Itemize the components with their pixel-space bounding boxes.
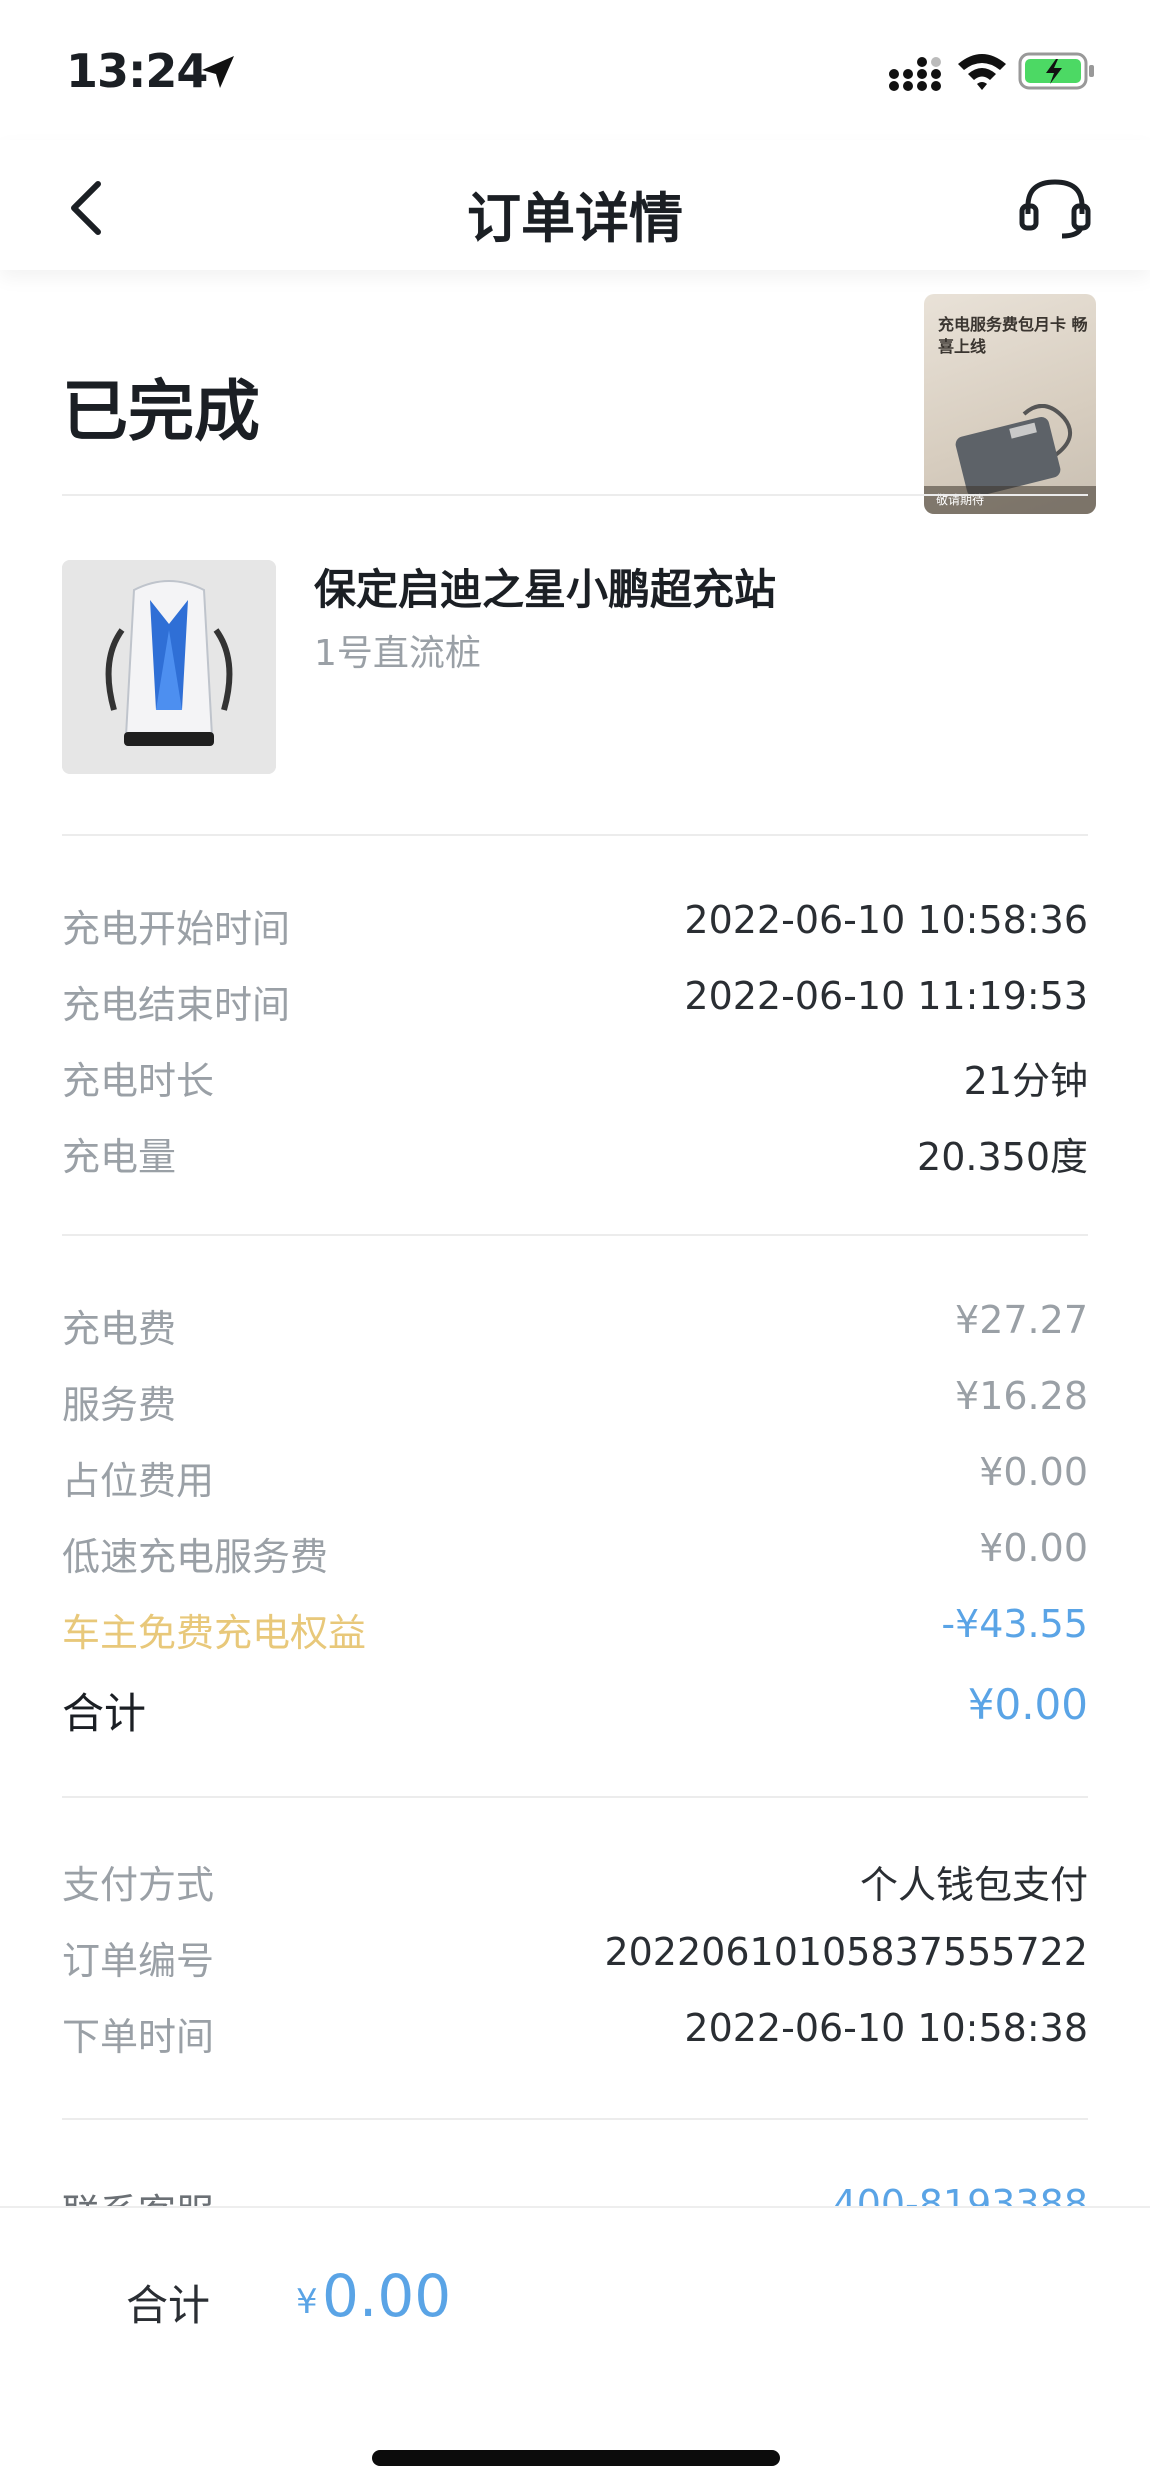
- divider: [62, 1796, 1088, 1798]
- location-arrow-icon: [202, 56, 234, 88]
- row-value: ¥16.28: [955, 1374, 1088, 1418]
- charger-pile-icon: [62, 560, 276, 774]
- promo-banner-title: 充电服务费包月卡 畅喜上线: [938, 315, 1088, 356]
- battery-charging-icon: [1018, 52, 1094, 90]
- row-value: 2022-06-10 11:19:53: [684, 974, 1088, 1018]
- customer-service-headset-icon[interactable]: [1018, 176, 1092, 240]
- row-label: 占位费用: [62, 1459, 215, 1503]
- row-label: 充电开始时间: [62, 907, 291, 951]
- home-indicator: [372, 2450, 780, 2466]
- row-value: 20220610105837555722: [604, 1930, 1088, 1974]
- status-bar: 13:24: [0, 0, 1150, 140]
- charging-fee-row: 充电费 ¥27.27: [62, 1298, 1088, 1358]
- row-value: ¥0.00: [979, 1526, 1088, 1570]
- row-value: 20.350度: [917, 1135, 1088, 1179]
- currency-symbol: ¥: [296, 2282, 318, 2322]
- divider: [62, 494, 1088, 496]
- row-value: ¥0.00: [979, 1450, 1088, 1494]
- row-label: 充电时长: [62, 1059, 215, 1103]
- charge-start-time-row: 充电开始时间 2022-06-10 10:58:36: [62, 898, 1088, 958]
- row-label: 订单编号: [62, 1939, 215, 1983]
- row-label: 低速充电服务费: [62, 1535, 329, 1579]
- row-value: ¥0.00: [967, 1680, 1088, 1729]
- bottom-total-amount: 0.00: [322, 2262, 452, 2330]
- page-header-title: 订单详情: [467, 187, 683, 250]
- row-label: 支付方式: [62, 1863, 215, 1907]
- bottom-total-bar: 合计 ¥ 0.00: [0, 2206, 1150, 2491]
- charge-duration-row: 充电时长 21分钟: [62, 1050, 1088, 1110]
- row-label: 车主免费充电权益: [62, 1611, 367, 1655]
- row-value: -¥43.55: [941, 1602, 1088, 1646]
- row-value: 2022-06-10 10:58:38: [684, 2006, 1088, 2050]
- row-label: 合计: [62, 1689, 147, 1738]
- low-speed-service-fee-row: 低速充电服务费 ¥0.00: [62, 1526, 1088, 1586]
- payment-method-row: 支付方式 个人钱包支付: [62, 1854, 1088, 1914]
- row-label: 充电结束时间: [62, 983, 291, 1027]
- cellular-signal-icon: [889, 57, 941, 91]
- order-time-row: 下单时间 2022-06-10 10:58:38: [62, 2006, 1088, 2066]
- divider: [62, 1234, 1088, 1236]
- status-time: 13:24: [66, 44, 208, 98]
- bottom-total-label: 合计: [126, 2281, 211, 2330]
- row-label: 充电费: [62, 1307, 177, 1351]
- divider: [62, 834, 1088, 836]
- divider: [62, 2118, 1088, 2120]
- wifi-icon: [958, 54, 1006, 90]
- row-value: ¥27.27: [955, 1298, 1088, 1342]
- charging-pile-label: 1号直流桩: [314, 633, 481, 674]
- vip-card-image-icon: [955, 404, 1073, 494]
- row-label: 充电量: [62, 1135, 177, 1179]
- row-label: 下单时间: [62, 2015, 215, 2059]
- charger-image: [62, 560, 276, 774]
- occupancy-fee-row: 占位费用 ¥0.00: [62, 1450, 1088, 1510]
- owner-free-charging-benefit-row: 车主免费充电权益 -¥43.55: [62, 1602, 1088, 1662]
- nav-bar: 订单详情: [0, 140, 1150, 270]
- order-status-title: 已完成: [62, 373, 260, 450]
- service-fee-row: 服务费 ¥16.28: [62, 1374, 1088, 1434]
- row-label: 服务费: [62, 1383, 177, 1427]
- fee-total-row: 合计 ¥0.00: [62, 1680, 1088, 1740]
- station-name: 保定启迪之星小鹏超充站: [314, 565, 777, 614]
- row-value: 个人钱包支付: [859, 1863, 1088, 1907]
- order-number-row: 订单编号 20220610105837555722: [62, 1930, 1088, 1990]
- promo-banner-footer: 敬请期待: [924, 486, 1096, 514]
- promo-banner-card[interactable]: 充电服务费包月卡 畅喜上线 敬请期待: [924, 294, 1096, 514]
- charge-energy-row: 充电量 20.350度: [62, 1126, 1088, 1186]
- charge-end-time-row: 充电结束时间 2022-06-10 11:19:53: [62, 974, 1088, 1034]
- row-value: 2022-06-10 10:58:36: [684, 898, 1088, 942]
- row-value: 21分钟: [963, 1059, 1088, 1103]
